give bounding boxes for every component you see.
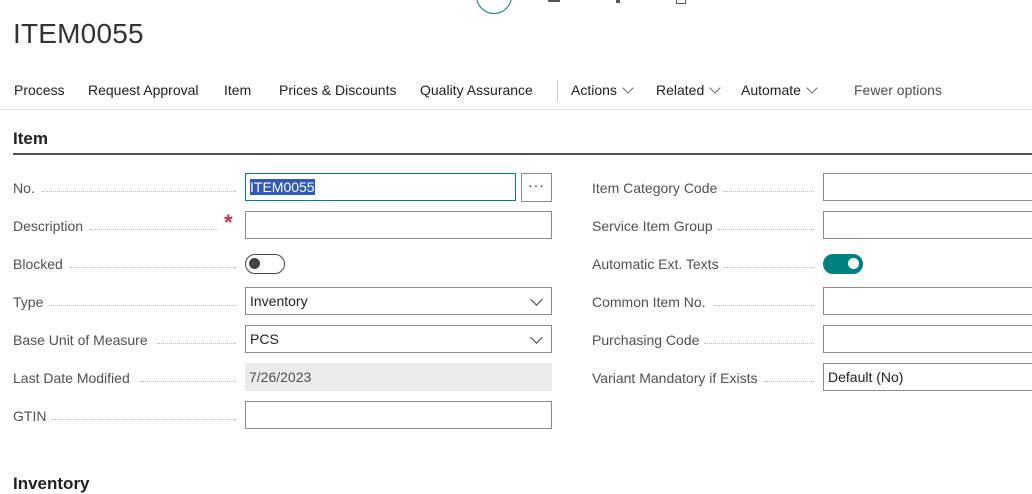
- action-actions-label: Actions: [571, 82, 617, 98]
- toggle-knob: [848, 258, 859, 269]
- field-label-auto-ext-texts: Automatic Ext. Texts: [592, 256, 719, 272]
- field-label-description: Description: [13, 218, 84, 234]
- top-toolbar-icon[interactable]: [616, 0, 620, 3]
- chevron-down-icon: [622, 82, 634, 94]
- item-category-input[interactable]: [823, 173, 1032, 201]
- top-circle-icon[interactable]: [476, 0, 512, 14]
- label-leader: [52, 419, 236, 420]
- top-toolbar-icon[interactable]: [676, 0, 686, 4]
- service-item-group-input[interactable]: [823, 211, 1032, 239]
- label-leader: [714, 305, 814, 306]
- gtin-input[interactable]: [245, 401, 552, 429]
- field-label-last-modified: Last Date Modified: [13, 370, 130, 386]
- common-item-no-input[interactable]: [823, 287, 1032, 315]
- toggle-knob: [249, 258, 260, 269]
- blocked-toggle[interactable]: [245, 254, 285, 274]
- label-leader: [724, 267, 814, 268]
- section-title-item[interactable]: Item: [13, 129, 48, 149]
- field-label-service-item-group: Service Item Group: [592, 218, 713, 234]
- lookup-button[interactable]: ···: [521, 173, 552, 202]
- label-leader: [764, 381, 814, 382]
- page-title: ITEM0055: [13, 18, 144, 49]
- action-prices-discounts[interactable]: Prices & Discounts: [279, 82, 396, 98]
- field-label-variant-mandatory: Variant Mandatory if Exists: [592, 370, 758, 386]
- label-leader: [724, 191, 814, 192]
- label-leader: [718, 229, 814, 230]
- field-label-base-uom: Base Unit of Measure: [13, 332, 148, 348]
- description-input[interactable]: [245, 211, 552, 239]
- action-quality-assurance[interactable]: Quality Assurance: [420, 82, 533, 98]
- fewer-options-button[interactable]: Fewer options: [854, 82, 942, 98]
- field-label-type: Type: [13, 294, 44, 310]
- action-bar: Process Request Approval Item Prices & D…: [0, 72, 1032, 110]
- section-divider: [13, 153, 1032, 155]
- chevron-down-icon: [709, 82, 721, 94]
- no-input-selection: ITEM0055: [250, 179, 315, 195]
- label-leader: [140, 381, 236, 382]
- required-asterisk: *: [224, 210, 233, 235]
- label-leader: [157, 343, 236, 344]
- last-modified-value: 7/26/2023: [245, 363, 552, 391]
- action-related-label: Related: [656, 82, 705, 98]
- label-leader: [90, 229, 218, 230]
- chevron-down-icon: [530, 331, 543, 344]
- action-automate-menu[interactable]: Automate: [741, 82, 818, 98]
- field-label-gtin: GTIN: [13, 408, 47, 424]
- field-label-blocked: Blocked: [13, 256, 63, 272]
- type-select-value: Inventory: [250, 293, 308, 309]
- label-leader: [49, 305, 236, 306]
- field-label-common-item-no: Common Item No.: [592, 294, 706, 310]
- top-toolbar-icon[interactable]: [548, 0, 560, 2]
- action-actions-menu[interactable]: Actions: [571, 82, 634, 98]
- chevron-down-icon: [806, 82, 818, 94]
- action-item[interactable]: Item: [224, 82, 251, 98]
- chevron-down-icon: [530, 293, 543, 306]
- label-leader: [42, 191, 236, 192]
- action-automate-label: Automate: [741, 82, 801, 98]
- no-input[interactable]: ITEM0055: [245, 173, 516, 201]
- field-label-no: No.: [13, 180, 35, 196]
- type-select[interactable]: Inventory: [245, 287, 552, 315]
- label-leader: [70, 267, 236, 268]
- purchasing-code-input[interactable]: [823, 325, 1032, 353]
- field-label-item-category: Item Category Code: [592, 180, 718, 196]
- base-uom-select[interactable]: PCS: [245, 325, 552, 353]
- variant-mandatory-select[interactable]: Default (No): [823, 363, 1032, 391]
- field-label-purchasing-code: Purchasing Code: [592, 332, 700, 348]
- label-leader: [704, 343, 814, 344]
- action-process[interactable]: Process: [14, 82, 65, 98]
- action-related-menu[interactable]: Related: [656, 82, 721, 98]
- section-title-inventory[interactable]: Inventory: [13, 474, 90, 494]
- action-request-approval[interactable]: Request Approval: [88, 82, 199, 98]
- base-uom-select-value: PCS: [250, 331, 279, 347]
- action-separator: [557, 80, 558, 102]
- auto-ext-texts-toggle[interactable]: [823, 254, 863, 274]
